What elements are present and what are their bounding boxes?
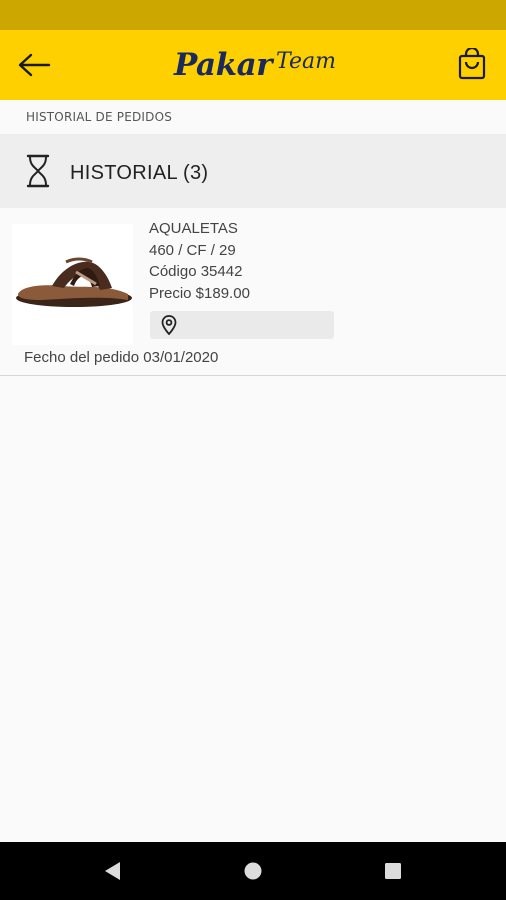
system-nav-bar [0, 842, 506, 900]
breadcrumb: HISTORIAL DE PEDIDOS [26, 110, 173, 124]
order-card[interactable]: AQUALETAS 460 / CF / 29 Código 35442 Pre… [0, 210, 506, 376]
map-pin-icon [161, 315, 177, 335]
status-bar [0, 0, 506, 30]
nav-recents-button[interactable] [378, 856, 408, 886]
product-image [12, 224, 133, 345]
cart-button[interactable] [452, 44, 492, 84]
product-code: Código 35442 [149, 263, 243, 280]
order-date: Fecho del pedido 03/01/2020 [24, 349, 219, 366]
logo-main-text: Pakar [174, 47, 272, 83]
triangle-back-icon [105, 862, 120, 880]
product-variant: 460 / CF / 29 [149, 241, 236, 259]
nav-home-button[interactable] [238, 856, 268, 886]
app-bar: Pakar Team [0, 30, 506, 100]
square-recents-icon [385, 863, 401, 879]
product-name: AQUALETAS [149, 220, 238, 237]
shopping-bag-icon [458, 48, 486, 80]
location-button[interactable] [150, 311, 334, 339]
product-info: AQUALETAS 460 / CF / 29 Código 35442 Pre… [149, 218, 250, 304]
circle-home-icon [244, 862, 262, 880]
arrow-left-icon [18, 53, 51, 77]
hourglass-icon [26, 154, 50, 188]
product-price: Precio $189.00 [149, 284, 250, 302]
brand-logo: Pakar Team [160, 40, 350, 90]
back-button[interactable] [14, 47, 54, 83]
nav-back-button[interactable] [97, 856, 127, 886]
section-title: HISTORIAL (3) [70, 162, 209, 184]
section-header: HISTORIAL (3) [0, 134, 506, 208]
sandal-image [16, 257, 132, 307]
logo-script-text: Team [276, 48, 336, 74]
